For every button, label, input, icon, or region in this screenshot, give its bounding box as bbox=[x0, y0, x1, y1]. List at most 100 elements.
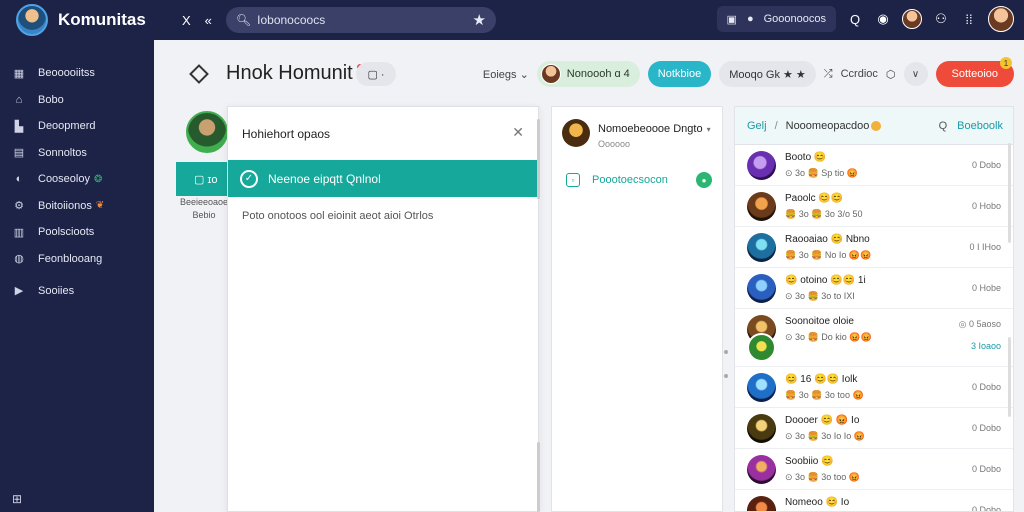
member-meta: 🍔 3o 🍔 No Io 😡😡 bbox=[785, 250, 872, 260]
separator: / bbox=[774, 119, 778, 132]
location-icon[interactable]: ◉ bbox=[874, 11, 892, 27]
tools-icon[interactable]: X bbox=[182, 13, 191, 28]
list-item[interactable]: 😊 otoino 😊😊 1i ⊙ 3o 🍔 3o to IXI 0 Hobe bbox=[735, 268, 1013, 309]
sidebar-item-4[interactable]: ◐ Cooseoloy ❂ bbox=[0, 166, 154, 192]
apps-grid-icon[interactable]: ⊞ bbox=[12, 492, 22, 506]
sidebar-item-label: Deoopmerd bbox=[38, 120, 96, 132]
profile-sub-line: Bebio bbox=[192, 210, 216, 220]
middle-name-label: Nomoebeoooe Dngto bbox=[598, 123, 703, 135]
scrollbar[interactable] bbox=[537, 119, 540, 199]
grid-icon[interactable]: ⁞⁞ bbox=[960, 12, 978, 27]
dropdown-select[interactable]: Eoiegs ⌄ bbox=[483, 68, 529, 81]
profile-avatar[interactable] bbox=[988, 6, 1014, 32]
dashboard-icon: ▦ bbox=[13, 67, 25, 80]
member-meta: ⊙ 3o 🍔 3o too 😡 bbox=[785, 472, 860, 482]
member-avatar[interactable] bbox=[747, 274, 776, 303]
list-item[interactable]: Soobiio 😊 ⊙ 3o 🍔 3o too 😡 0 Dobo bbox=[735, 449, 1013, 490]
red-action-button[interactable]: Sotteoioo 1 bbox=[935, 57, 1014, 87]
middle-row[interactable]: ▫ Poootoecsocon ● bbox=[566, 171, 712, 189]
hex-icon[interactable]: ⬡ bbox=[886, 68, 896, 81]
sidebar-item-2[interactable]: ▙ Deoopmerd bbox=[0, 113, 154, 139]
list-item[interactable]: 😊 16 😊😊 Iolk 🍔 3o 🍔 3o too 😡 0 Dobo bbox=[735, 367, 1013, 408]
list-item[interactable]: Soonoitoe oloie ⊙ 3o 🍔 Do kio 😡😡 ◎ 0 5aoso… bbox=[735, 309, 1013, 367]
search-top-icon[interactable]: Q bbox=[846, 12, 864, 27]
list-item[interactable]: Booto 😊 ⊙ 3o 🍔 Sp tio 😡 0 Dobo bbox=[735, 145, 1013, 186]
sidebar-item-0[interactable]: ▦ Beooooiitss bbox=[0, 60, 154, 86]
top-pill-label: Gooonoocos bbox=[763, 13, 826, 25]
scrollbar[interactable] bbox=[1008, 143, 1011, 243]
close-icon[interactable]: ✕ bbox=[512, 124, 524, 141]
member-name: Soonoitoe oloie bbox=[785, 316, 854, 327]
member-stat: 0 Dobo bbox=[971, 464, 1001, 474]
member-avatar[interactable] bbox=[747, 496, 776, 511]
divider-dot bbox=[724, 350, 728, 354]
search-icon[interactable]: Q bbox=[939, 120, 948, 132]
list-item[interactable]: Nomeoo 😊 Io⊙ 3o 🍔 Ao Iao Io0 Dobo bbox=[735, 490, 1013, 511]
member-name: 😊 16 😊😊 Iolk bbox=[785, 374, 858, 385]
profile-avatar-large[interactable] bbox=[186, 111, 228, 153]
profile-tab[interactable]: ▢ ɪo bbox=[176, 162, 228, 196]
collapse-icon[interactable]: « bbox=[205, 13, 212, 28]
member-stat: ◎ 0 5aoso bbox=[958, 319, 1001, 329]
brand[interactable]: Komunitas bbox=[0, 4, 168, 36]
building-icon: ▙ bbox=[14, 120, 24, 133]
member-meta: ⊙ 3o 🍔 Do kio 😡😡 bbox=[785, 332, 872, 342]
shuffle-icon[interactable]: ⤮ bbox=[824, 68, 833, 81]
top-status-pill[interactable]: ▣ ● Gooonoocos bbox=[716, 6, 836, 32]
selected-option-label: Neenoe eipqtt Qnlnol bbox=[268, 171, 381, 186]
sidebar-item-5[interactable]: ⚙ Boitoiionos ❦ bbox=[0, 193, 154, 219]
home-icon: ⌂ bbox=[15, 93, 23, 106]
header-chip[interactable]: ▢ · bbox=[356, 62, 396, 86]
sidebar-item-1[interactable]: ⌂ Bobo bbox=[0, 87, 154, 113]
member-avatar[interactable] bbox=[747, 373, 776, 402]
member-meta: 🍔 3o 🍔 3o 3/o 50 bbox=[785, 209, 863, 219]
teal-pill-button[interactable]: Notkbioe bbox=[647, 61, 712, 87]
tab-label[interactable]: Gelj bbox=[747, 120, 767, 132]
sidebar-item-label: Sooiies bbox=[38, 284, 75, 297]
record-icon: ● bbox=[746, 13, 754, 25]
search-bar[interactable]: 🔍︎ Iobonocoocs ★ bbox=[225, 7, 496, 33]
middle-name[interactable]: Nomoebeoooe Dngto ▾ bbox=[598, 123, 711, 135]
member-avatar[interactable] bbox=[747, 455, 776, 484]
status-dot bbox=[871, 120, 882, 131]
selected-option[interactable]: ✓ Neenoe eipqtt Qnlnol bbox=[228, 160, 538, 197]
member-avatar[interactable] bbox=[747, 414, 776, 443]
member-avatar[interactable] bbox=[747, 151, 776, 180]
user-avatar-small[interactable] bbox=[902, 9, 922, 29]
modal-title: Hohiehort opaos bbox=[242, 127, 331, 141]
page-header: Hnok Homunit bbox=[189, 62, 363, 85]
middle-avatar[interactable] bbox=[562, 119, 590, 147]
middle-subtitle: Oooooo bbox=[598, 139, 631, 149]
sidebar-item-8[interactable]: ▶ Sooiies bbox=[0, 278, 154, 304]
member-stat: 0 I IHoo bbox=[969, 242, 1001, 252]
sidebar-item-7[interactable]: ◍ Feonblooang bbox=[0, 246, 154, 272]
member-avatar[interactable] bbox=[747, 233, 776, 262]
middle-row-label: Poootoecsocon bbox=[592, 174, 668, 186]
sidebar-item-3[interactable]: ▤ Sonnoltos bbox=[0, 140, 154, 166]
profile-subtitle: Beeieeoaoe Bebio bbox=[176, 196, 232, 222]
scrollbar[interactable] bbox=[1008, 337, 1011, 417]
user-pill-avatar bbox=[540, 64, 561, 84]
scrollbar[interactable] bbox=[537, 442, 540, 512]
member-avatar[interactable] bbox=[747, 192, 776, 221]
more-button[interactable]: ∨ bbox=[903, 62, 928, 86]
dropdown-label: Eoiegs bbox=[482, 68, 517, 81]
list-item[interactable]: Raooaiao 😊 Nbno 🍔 3o 🍔 No Io 😡😡 0 I IHoo bbox=[735, 227, 1013, 268]
page-icon: ▫ bbox=[566, 173, 580, 187]
user-pill[interactable]: Nonoooh ɑ 4 bbox=[536, 61, 640, 87]
member-list: Gelj / Nooomeopacdoo Q Boeboolk Booto 😊 ⊙… bbox=[734, 106, 1014, 512]
list-item[interactable]: Doooer 😊 😡 Io ⊙ 3o 🍔 3o Io Io 😡 0 Dobo bbox=[735, 408, 1013, 449]
grey-pill-button[interactable]: Mooqo Gk ★ ★ bbox=[719, 61, 816, 87]
list-action[interactable]: Boeboolk bbox=[957, 120, 1003, 132]
top-right-tools: ▣ ● Gooonoocos Q ◉ ⚇ ⁞⁞ bbox=[716, 6, 1014, 32]
app-name: Komunitas bbox=[58, 10, 146, 29]
sidebar: ▦ Beooooiitss ⌂ Bobo ▙ Deoopmerd ▤ Sonnoltos… bbox=[0, 40, 154, 512]
sidebar-item-6[interactable]: ▥ Poolscioots bbox=[0, 219, 154, 245]
rows-container: Booto 😊 ⊙ 3o 🍔 Sp tio 😡 0 Dobo Paoolc 😊😊 🍔 3… bbox=[735, 145, 1013, 511]
people-icon[interactable]: ⚇ bbox=[932, 11, 950, 27]
globe-icon: ◍ bbox=[14, 253, 24, 265]
star-icon[interactable]: ★ bbox=[472, 11, 485, 29]
member-stat: 0 Dobo bbox=[971, 160, 1001, 170]
list-item[interactable]: Paoolc 😊😊 🍔 3o 🍔 3o 3/o 50 0 Hobo bbox=[735, 186, 1013, 227]
search-input[interactable]: Iobonocoocs bbox=[257, 13, 472, 27]
